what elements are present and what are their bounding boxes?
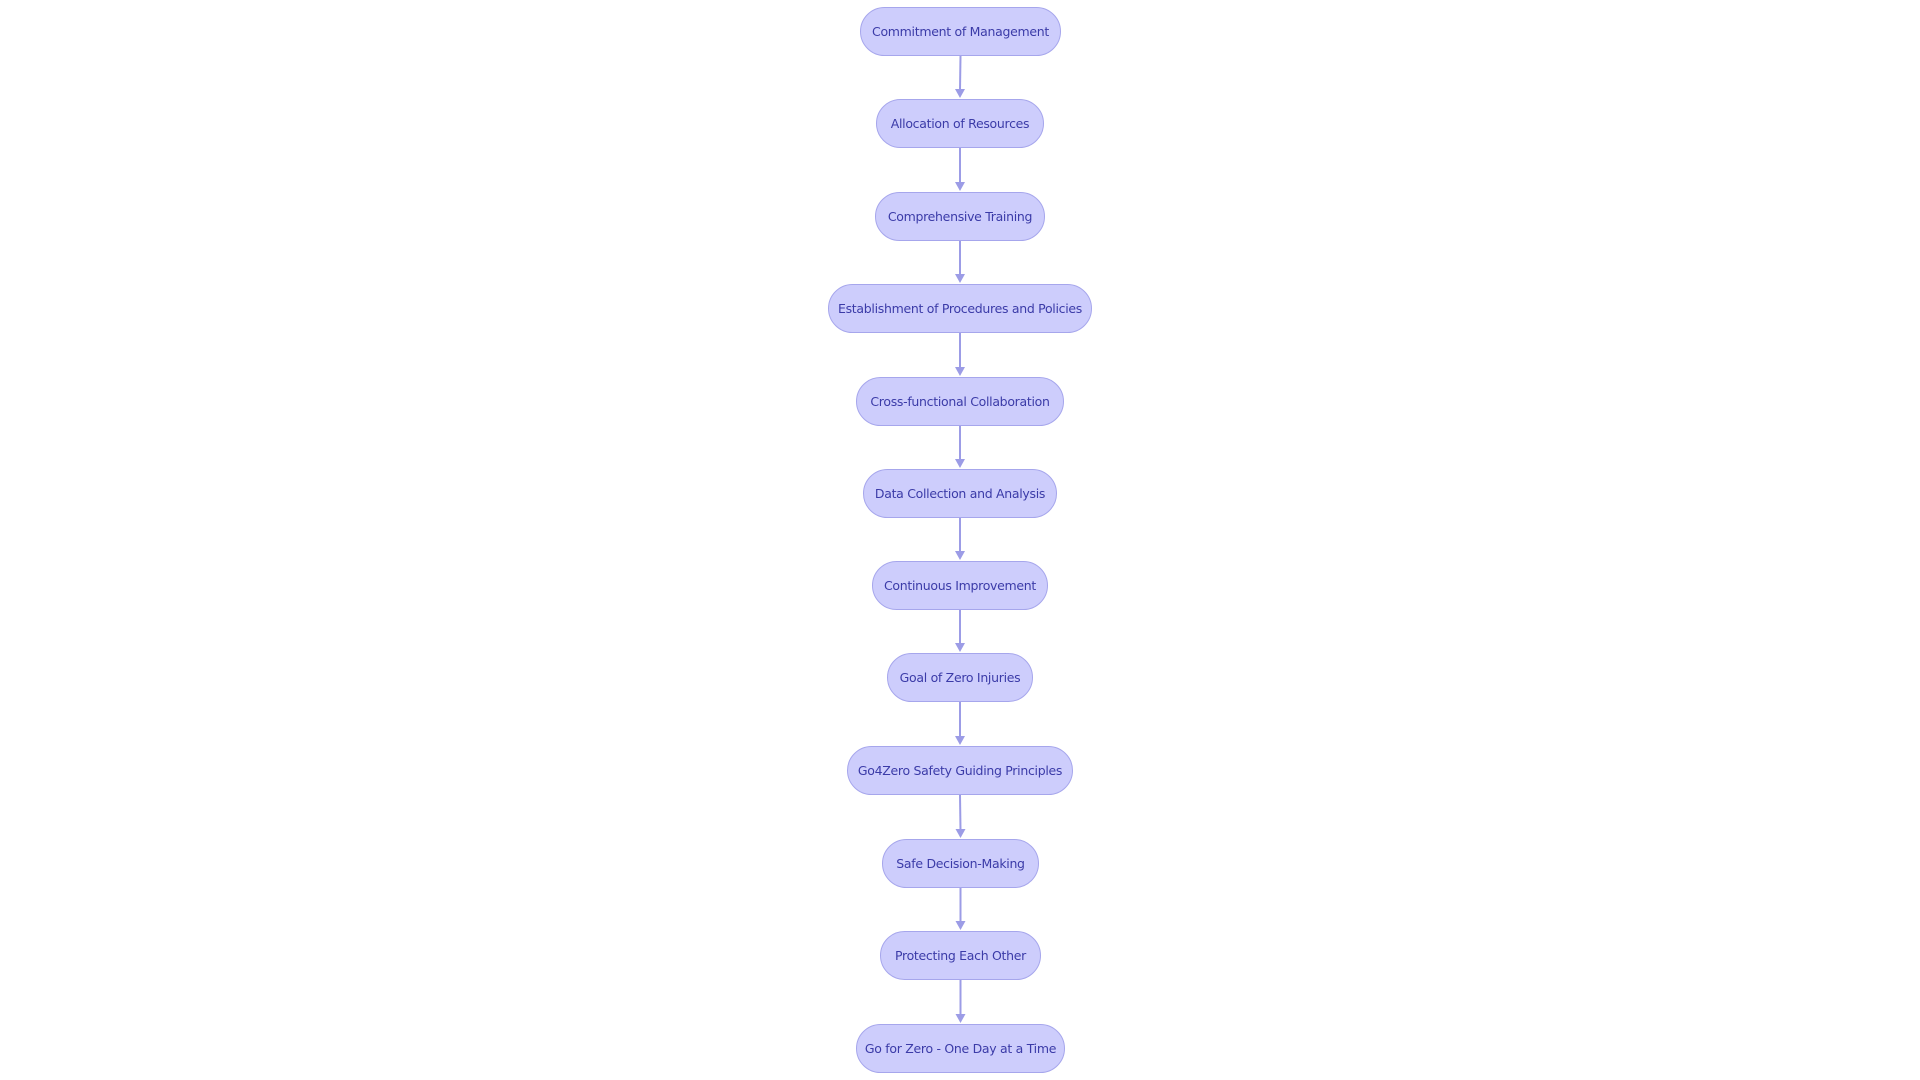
edge-n3-n4	[955, 241, 965, 283]
edge-n9-n10	[955, 794, 966, 838]
node-comprehensive-training[interactable]: Comprehensive Training	[875, 192, 1045, 241]
edge-line	[959, 55, 962, 91]
node-label: Commitment of Management	[872, 24, 1049, 39]
edge-n2-n3	[955, 148, 965, 191]
node-label: Cross-functional Collaboration	[870, 394, 1050, 409]
arrowhead-icon	[955, 89, 965, 98]
arrowhead-icon	[955, 921, 966, 930]
arrowhead-icon	[955, 367, 965, 376]
node-label: Data Collection and Analysis	[874, 486, 1046, 501]
edge-n8-n9	[955, 702, 965, 745]
node-goal-of-zero-injuries[interactable]: Goal of Zero Injuries	[887, 653, 1033, 702]
node-establishment-of-procedures-and-policies[interactable]: Establishment of Procedures and Policies	[828, 284, 1092, 333]
edge-line	[959, 794, 962, 831]
node-label: Comprehensive Training	[887, 209, 1033, 224]
node-cross-functional-collaboration[interactable]: Cross-functional Collaboration	[856, 377, 1064, 426]
node-protecting-each-other[interactable]: Protecting Each Other	[880, 931, 1041, 980]
node-label: Go4Zero Safety Guiding Principles	[857, 763, 1063, 778]
node-go4zero-safety-guiding-principles[interactable]: Go4Zero Safety Guiding Principles	[847, 746, 1073, 795]
node-label: Protecting Each Other	[894, 948, 1027, 963]
node-label: Goal of Zero Injuries	[899, 670, 1021, 685]
node-label: Establishment of Procedures and Policies	[838, 301, 1082, 316]
node-safe-decision-making[interactable]: Safe Decision-Making	[882, 839, 1039, 888]
arrowhead-icon	[955, 274, 965, 283]
arrowhead-icon	[955, 551, 965, 560]
node-label: Go for Zero - One Day at a Time	[864, 1041, 1057, 1056]
node-continuous-improvement[interactable]: Continuous Improvement	[872, 561, 1048, 610]
arrowhead-icon	[955, 643, 965, 652]
arrowhead-icon	[955, 1014, 966, 1023]
arrowhead-icon	[955, 182, 965, 191]
edge-n6-n7	[955, 518, 965, 560]
edge-n1-n2	[955, 55, 965, 98]
node-go-for-zero-one-day-at-a-time[interactable]: Go for Zero - One Day at a Time	[856, 1024, 1065, 1073]
arrowhead-icon	[955, 736, 965, 745]
arrowhead-icon	[955, 459, 965, 468]
node-label: Safe Decision-Making	[896, 856, 1025, 871]
edge-n11-n12	[955, 980, 966, 1023]
edge-n4-n5	[955, 333, 965, 376]
edge-n7-n8	[955, 610, 965, 652]
flowchart-canvas: Commitment of Management Allocation of R…	[0, 0, 1920, 1080]
node-label: Continuous Improvement	[883, 578, 1037, 593]
node-data-collection-and-analysis[interactable]: Data Collection and Analysis	[863, 469, 1057, 518]
arrowhead-icon	[955, 829, 966, 838]
edge-n10-n11	[955, 888, 966, 930]
node-commitment-of-management[interactable]: Commitment of Management	[860, 7, 1061, 56]
node-allocation-of-resources[interactable]: Allocation of Resources	[876, 99, 1044, 148]
node-label: Allocation of Resources	[890, 116, 1030, 131]
edges-layer	[955, 55, 966, 1023]
edge-n5-n6	[955, 426, 965, 468]
